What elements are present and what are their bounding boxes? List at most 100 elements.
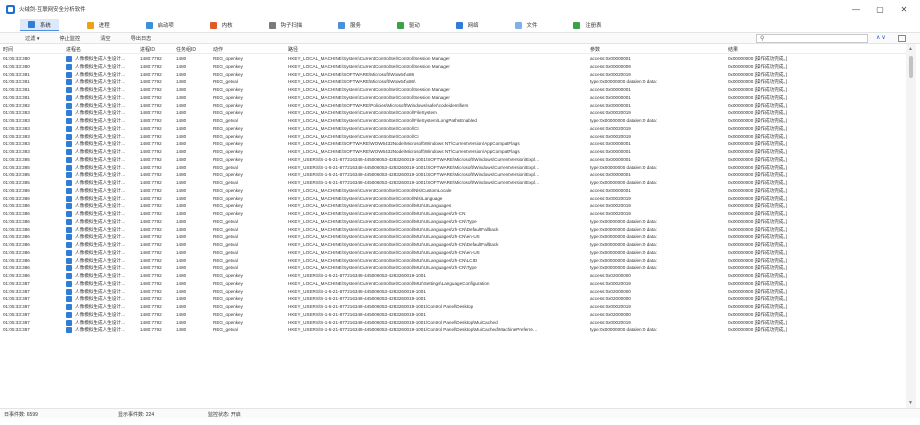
table-row[interactable]: 01:05:33:386 人像模拟生成人生设计… 1480:7792 1480 REG_… bbox=[0, 187, 906, 195]
minimize-button[interactable]: — bbox=[844, 0, 868, 18]
column-header-time[interactable]: 时间 bbox=[3, 46, 63, 53]
cell-process-name: 人像模拟生成人生设计… bbox=[75, 257, 126, 263]
table-row[interactable]: 01:05:33:383 人像模拟生成人生设计… 1480:7792 1480 REG_… bbox=[0, 148, 906, 156]
clear-button[interactable]: 清空 bbox=[100, 35, 110, 42]
cell-params: type:0x00000000 datalen:0 data: bbox=[590, 118, 657, 123]
export-log-button[interactable]: 导出日志 bbox=[131, 35, 152, 42]
column-header-result[interactable]: 结果 bbox=[728, 46, 903, 53]
table-row[interactable]: 01:05:33:386 人像模拟生成人生设计… 1480:7792 1480 REG_… bbox=[0, 257, 906, 265]
table-row[interactable]: 01:05:33:387 人像模拟生成人生设计… 1480:7792 1480 REG_… bbox=[0, 288, 906, 296]
table-row[interactable]: 01:05:33:381 人像模拟生成人生设计… 1480:7792 1480 REG_… bbox=[0, 86, 906, 94]
tab-process[interactable]: 进程 bbox=[79, 19, 118, 31]
table-row[interactable]: 01:05:33:383 人像模拟生成人生设计… 1480:7792 1480 REG_… bbox=[0, 133, 906, 141]
table-row[interactable]: 01:05:33:382 人像模拟生成人生设计… 1480:7792 1480 REG_… bbox=[0, 102, 906, 110]
table-row[interactable]: 01:05:33:385 人像模拟生成人生设计… 1480:7792 1480 REG_… bbox=[0, 156, 906, 164]
cell-action: REG_openkey bbox=[213, 280, 243, 286]
tab-service[interactable]: 服务 bbox=[330, 19, 369, 31]
cell-params: access:0x00020019 bbox=[590, 203, 631, 209]
cell-action: REG_getval bbox=[213, 257, 238, 263]
tab-driver[interactable]: 驱动 bbox=[389, 19, 428, 31]
table-row[interactable]: 01:05:33:385 人像模拟生成人生设计… 1480:7792 1480 REG_… bbox=[0, 171, 906, 179]
scroll-down-icon[interactable]: ▼ bbox=[908, 400, 913, 406]
table-row[interactable]: 01:05:33:380 人像模拟生成人生设计… 1480:7792 1480 REG_… bbox=[0, 63, 906, 71]
table-row[interactable]: 01:05:33:386 人像模拟生成人生设计… 1480:7792 1480 REG_… bbox=[0, 202, 906, 210]
column-header-process-name[interactable]: 进程名 bbox=[66, 46, 130, 53]
table-row[interactable]: 01:05:33:383 人像模拟生成人生设计… 1480:7792 1480 REG_… bbox=[0, 109, 906, 117]
tab-registry[interactable]: 注册表 bbox=[565, 19, 609, 31]
table-row[interactable]: 01:05:33:381 人像模拟生成人生设计… 1480:7792 1480 REG_… bbox=[0, 71, 906, 79]
tab-hook-scan[interactable]: 钩子扫描 bbox=[261, 19, 311, 31]
cell-action: REG_getval bbox=[213, 327, 238, 333]
tab-network[interactable]: 网络 bbox=[448, 19, 487, 31]
tab-file[interactable]: 文件 bbox=[507, 19, 546, 31]
table-row[interactable]: 01:05:33:386 人像模拟生成人生设计… 1480:7792 1480 REG_… bbox=[0, 218, 906, 226]
table-row[interactable]: 01:05:33:387 人像模拟生成人生设计… 1480:7792 1480 REG_… bbox=[0, 326, 906, 334]
table-row[interactable]: 01:05:33:387 人像模拟生成人生设计… 1480:7792 1480 REG_… bbox=[0, 303, 906, 311]
cell-time: 01:05:33:383 bbox=[3, 141, 30, 147]
table-row[interactable]: 01:05:33:386 人像模拟生成人生设计… 1480:7792 1480 REG_… bbox=[0, 195, 906, 203]
cell-path: HKEY_LOCAL_MACHINE\System\CurrentControl… bbox=[288, 218, 477, 224]
table-row[interactable]: 01:05:33:381 人像模拟生成人生设计… 1480:7792 1480 REG_… bbox=[0, 78, 906, 86]
column-header-process-id[interactable]: 进程ID bbox=[140, 46, 174, 53]
search-input[interactable] bbox=[767, 35, 865, 42]
column-header-task-group-id[interactable]: 任务组ID bbox=[176, 46, 210, 53]
column-header-path[interactable]: 路径 bbox=[288, 46, 586, 53]
table-row[interactable]: 01:05:33:381 人像模拟生成人生设计… 1480:7792 1480 REG_… bbox=[0, 94, 906, 102]
table-row[interactable]: 01:05:33:387 人像模拟生成人生设计… 1480:7792 1480 REG_… bbox=[0, 295, 906, 303]
table-row[interactable]: 01:05:33:386 人像模拟生成人生设计… 1480:7792 1480 REG_… bbox=[0, 249, 906, 257]
cell-task-group-id: 1480 bbox=[176, 63, 187, 69]
table-row[interactable]: 01:05:33:386 人像模拟生成人生设计… 1480:7792 1480 REG_… bbox=[0, 241, 906, 249]
cell-params: access:0x00000001 bbox=[590, 172, 631, 178]
cell-process-name: 人像模拟生成人生设计… bbox=[75, 102, 126, 108]
cell-process-id: 1480:7792 bbox=[140, 141, 162, 147]
table-row[interactable]: 01:05:33:380 人像模拟生成人生设计… 1480:7792 1480 REG_… bbox=[0, 55, 906, 63]
cell-process-name: 人像模拟生成人生设计… bbox=[75, 125, 126, 131]
cell-params: type:0x00000000 datalen:0 data: bbox=[590, 180, 657, 185]
scroll-up-icon[interactable]: ▲ bbox=[908, 46, 913, 52]
tab-label: 注册表 bbox=[585, 23, 602, 29]
table-row[interactable]: 01:05:33:387 人像模拟生成人生设计… 1480:7792 1480 REG_… bbox=[0, 319, 906, 327]
table-row[interactable]: 01:05:33:383 人像模拟生成人生设计… 1480:7792 1480 REG_… bbox=[0, 125, 906, 133]
tab-system[interactable]: 系统 bbox=[20, 19, 59, 31]
table-row[interactable]: 01:05:33:383 人像模拟生成人生设计… 1480:7792 1480 REG_… bbox=[0, 140, 906, 148]
table-row[interactable]: 01:05:33:386 人像模拟生成人生设计… 1480:7792 1480 REG_… bbox=[0, 272, 906, 280]
cell-result: 0x00000000 [操作成功完成。] bbox=[728, 211, 787, 216]
cell-path: HKEY_LOCAL_MACHINE\System\CurrentControl… bbox=[288, 133, 419, 139]
filter-button[interactable]: 过滤 ▾ bbox=[25, 35, 39, 42]
tab-startup[interactable]: 启动项 bbox=[138, 19, 182, 31]
table-row[interactable]: 01:05:33:386 人像模拟生成人生设计… 1480:7792 1480 REG_… bbox=[0, 226, 906, 234]
table-row[interactable]: 01:05:33:387 人像模拟生成人生设计… 1480:7792 1480 REG_… bbox=[0, 311, 906, 319]
search-nav-arrows[interactable]: ∧∨ bbox=[876, 34, 887, 43]
table-row[interactable]: 01:05:33:386 人像模拟生成人生设计… 1480:7792 1480 REG_… bbox=[0, 210, 906, 218]
tab-kernel[interactable]: 内核 bbox=[202, 19, 241, 31]
stop-monitor-button[interactable]: 停止监控 bbox=[59, 35, 80, 42]
search-box[interactable]: ⚲ bbox=[756, 34, 868, 43]
table-row[interactable]: 01:05:33:385 人像模拟生成人生设计… 1480:7792 1480 REG_… bbox=[0, 164, 906, 172]
cell-time: 01:05:33:385 bbox=[3, 164, 30, 170]
cell-path: HKEY_LOCAL_MACHINE\System\CurrentControl… bbox=[288, 265, 477, 271]
cell-time: 01:05:33:383 bbox=[3, 118, 30, 123]
maximize-button[interactable]: ▢ bbox=[868, 0, 892, 18]
cell-time: 01:05:33:383 bbox=[3, 125, 30, 131]
scroll-thumb[interactable] bbox=[909, 56, 913, 78]
close-button[interactable]: ✕ bbox=[892, 0, 916, 18]
table-row[interactable]: 01:05:33:383 人像模拟生成人生设计… 1480:7792 1480 REG_… bbox=[0, 117, 906, 125]
cell-action: REG_openkey bbox=[213, 71, 243, 77]
table-row[interactable]: 01:05:33:386 人像模拟生成人生设计… 1480:7792 1480 REG_… bbox=[0, 233, 906, 241]
options-icon[interactable] bbox=[898, 35, 906, 42]
cell-params: access:0x00000001 bbox=[590, 141, 631, 147]
column-header-params[interactable]: 参数 bbox=[590, 46, 725, 53]
cell-action: REG_openkey bbox=[213, 211, 243, 216]
vertical-scrollbar[interactable]: ▲ ▼ bbox=[906, 44, 916, 408]
table-row[interactable]: 01:05:33:385 人像模拟生成人生设计… 1480:7792 1480 REG_… bbox=[0, 179, 906, 187]
table-row[interactable]: 01:05:33:386 人像模拟生成人生设计… 1480:7792 1480 REG_… bbox=[0, 264, 906, 272]
table-row[interactable]: 01:05:33:387 人像模拟生成人生设计… 1480:7792 1480 REG_… bbox=[0, 280, 906, 288]
service-icon bbox=[338, 21, 346, 29]
column-header-action[interactable]: 动作 bbox=[213, 46, 285, 53]
cell-task-group-id: 1480 bbox=[176, 296, 187, 302]
cell-path: HKEY_LOCAL_MACHINE\System\CurrentControl… bbox=[288, 110, 437, 116]
cell-result: 0x00000000 [操作成功完成。] bbox=[728, 195, 787, 201]
cell-path: HKEY_USERS\S-1-5-21-877216348-445006053-… bbox=[288, 296, 426, 302]
cell-time: 01:05:33:385 bbox=[3, 172, 30, 178]
cell-time: 01:05:33:383 bbox=[3, 149, 30, 154]
